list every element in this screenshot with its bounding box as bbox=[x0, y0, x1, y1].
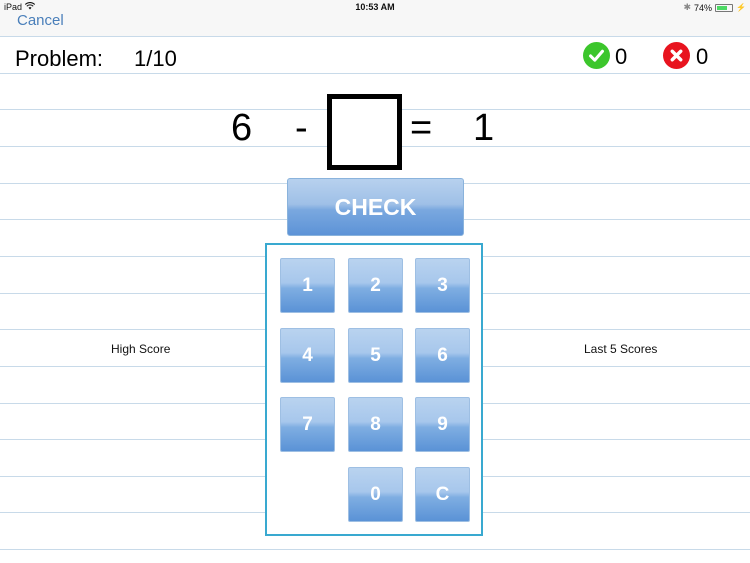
wrong-x-icon bbox=[663, 42, 690, 69]
ruled-line bbox=[0, 73, 750, 74]
equation-equals: = bbox=[410, 107, 433, 149]
check-button[interactable]: CHECK bbox=[287, 178, 464, 236]
top-bar: iPad 10:53 AM ✱ 74% ⚡ Cancel bbox=[0, 0, 750, 36]
cancel-button[interactable]: Cancel bbox=[17, 12, 64, 29]
status-right: ✱ 74% ⚡ bbox=[683, 2, 746, 13]
key-0[interactable]: 0 bbox=[348, 467, 403, 522]
key-clear[interactable]: C bbox=[415, 467, 470, 522]
high-score-label[interactable]: High Score bbox=[111, 342, 170, 356]
key-2[interactable]: 2 bbox=[348, 258, 403, 313]
key-1[interactable]: 1 bbox=[280, 258, 335, 313]
key-4[interactable]: 4 bbox=[280, 328, 335, 383]
correct-count: 0 bbox=[615, 44, 628, 69]
correct-check-icon bbox=[583, 42, 610, 69]
key-7[interactable]: 7 bbox=[280, 397, 335, 452]
equation-left-operand: 6 bbox=[231, 107, 253, 149]
charging-icon: ⚡ bbox=[736, 3, 746, 12]
problem-counter: 1/10 bbox=[134, 46, 177, 71]
key-6[interactable]: 6 bbox=[415, 328, 470, 383]
battery-fill bbox=[717, 5, 728, 10]
number-keypad: 1 2 3 4 5 6 7 8 9 0 C bbox=[265, 243, 483, 536]
key-5[interactable]: 5 bbox=[348, 328, 403, 383]
key-3[interactable]: 3 bbox=[415, 258, 470, 313]
ruled-line bbox=[0, 549, 750, 550]
last-scores-label[interactable]: Last 5 Scores bbox=[584, 342, 657, 356]
bluetooth-icon: ✱ bbox=[683, 2, 692, 12]
status-time: 10:53 AM bbox=[355, 2, 395, 12]
battery-icon bbox=[715, 3, 734, 12]
equation-result: 1 bbox=[473, 107, 495, 149]
problem-label: Problem: bbox=[15, 46, 104, 71]
answer-box[interactable] bbox=[327, 94, 402, 170]
wrong-count: 0 bbox=[696, 44, 709, 69]
battery-percent: 74% bbox=[694, 2, 713, 13]
equation-operator: - bbox=[295, 107, 308, 149]
ruled-line bbox=[0, 36, 750, 37]
key-8[interactable]: 8 bbox=[348, 397, 403, 452]
key-9[interactable]: 9 bbox=[415, 397, 470, 452]
